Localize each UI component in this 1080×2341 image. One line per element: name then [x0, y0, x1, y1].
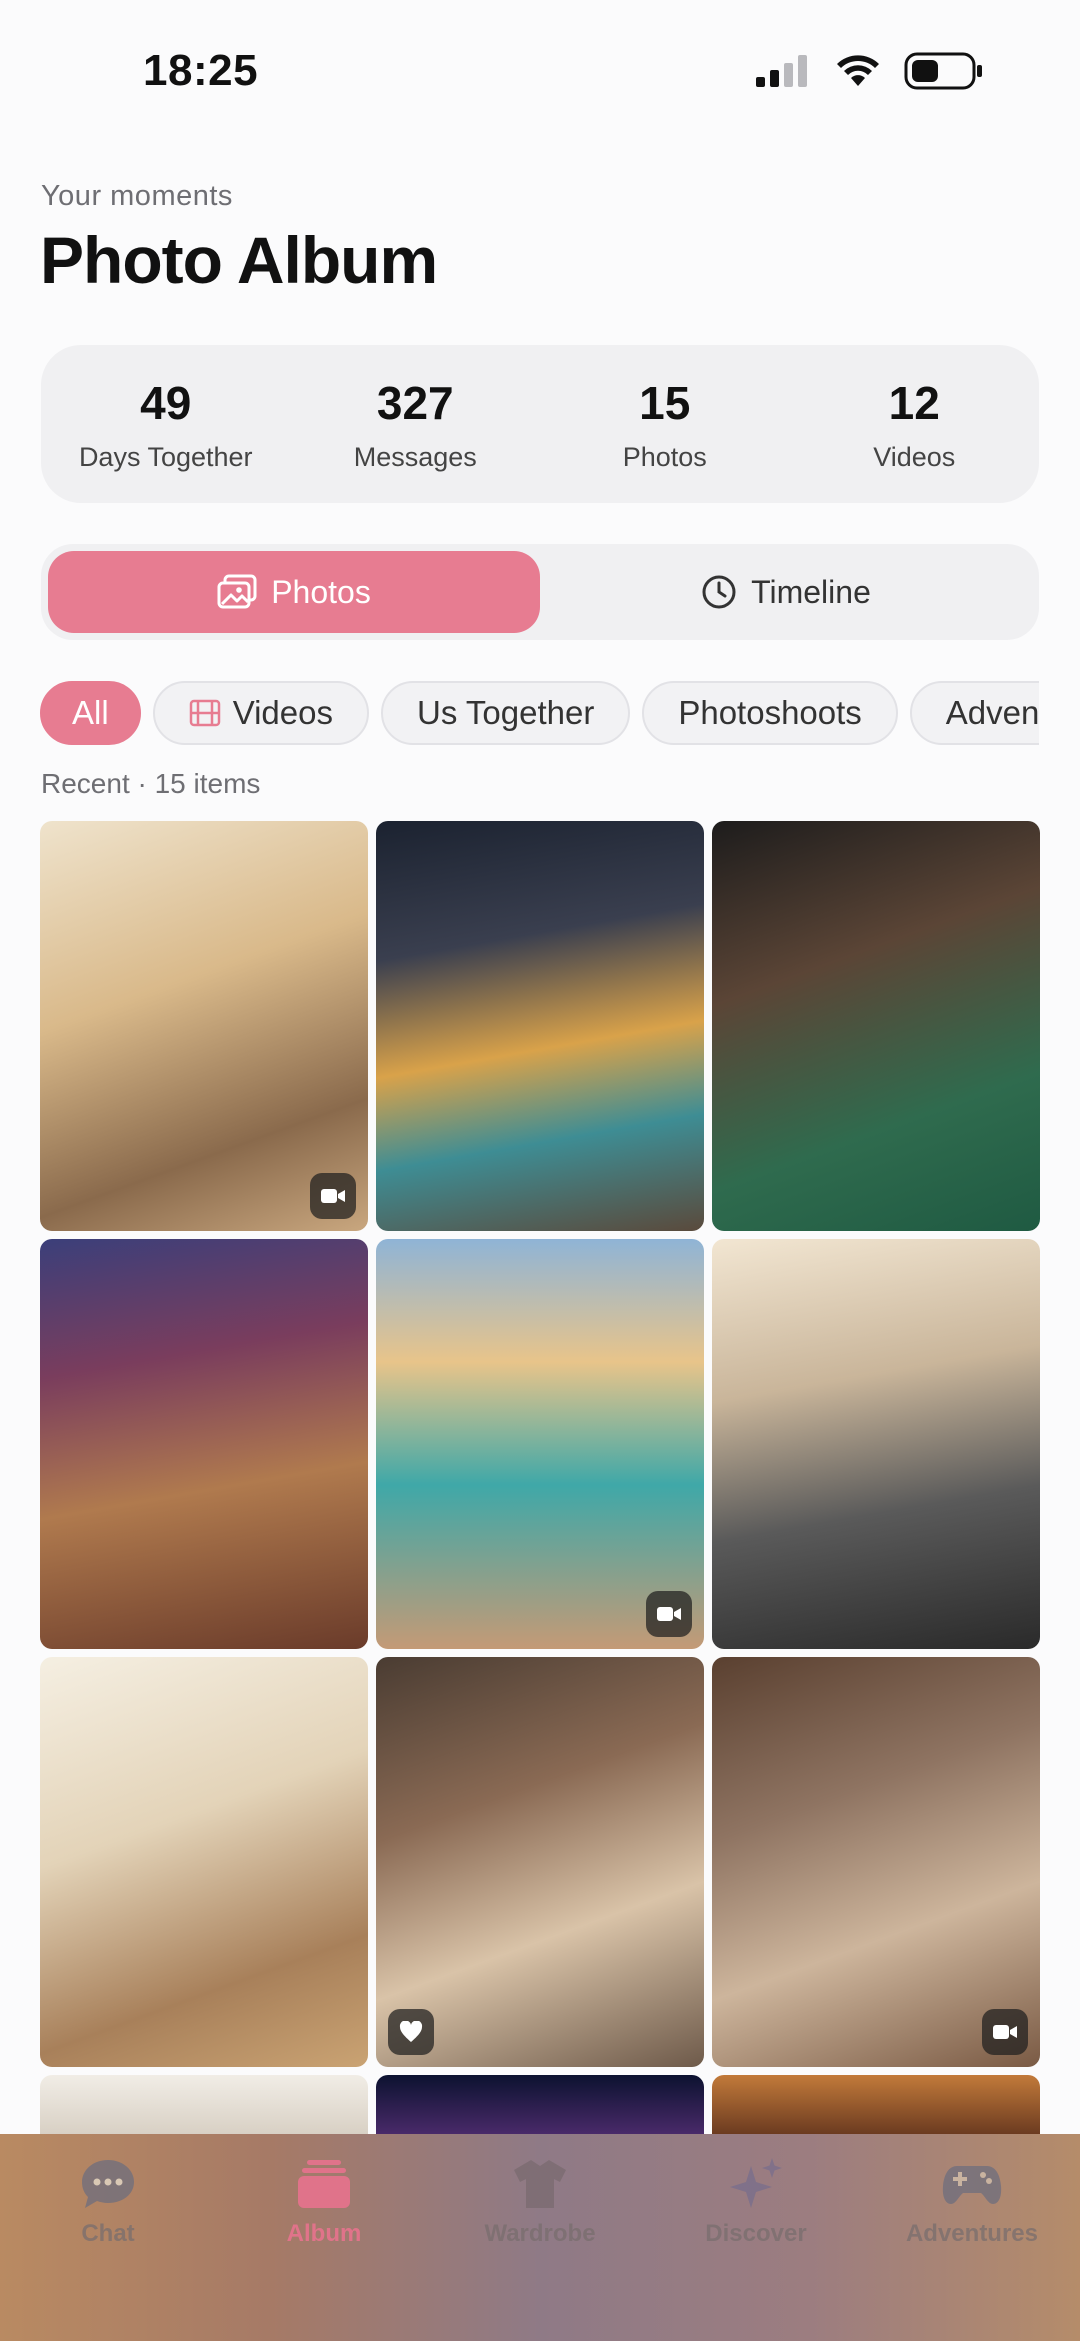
- filter-chip-photoshoots[interactable]: Photoshoots: [642, 681, 898, 745]
- filter-chip-label: Us Together: [417, 694, 595, 731]
- tab-adventures[interactable]: Adventures: [864, 2154, 1080, 2341]
- photo-tile[interactable]: [376, 2075, 704, 2135]
- stat-value: 12: [888, 376, 940, 429]
- filter-chip-label: Videos: [232, 694, 333, 731]
- photo-tile[interactable]: [712, 2075, 1040, 2135]
- tab-chat[interactable]: Chat: [0, 2154, 216, 2341]
- filter-chip-label: Adventures: [945, 694, 1039, 731]
- photo-tile[interactable]: [40, 821, 368, 1231]
- filter-chip-videos[interactable]: Videos: [152, 681, 369, 745]
- status-icons: [756, 52, 984, 90]
- filter-chip-us-together[interactable]: Us Together: [381, 681, 631, 745]
- wifi-icon: [837, 55, 879, 86]
- stat-value: 49: [140, 376, 192, 429]
- battery-icon: [904, 52, 982, 90]
- stat-label: Photos: [622, 441, 707, 472]
- photo-tile[interactable]: [376, 1239, 704, 1649]
- tab-label: Discover: [705, 2220, 807, 2247]
- filter-chip-all[interactable]: All: [40, 681, 141, 745]
- tab-label: Adventures: [905, 2220, 1039, 2247]
- page-title: Photo Album: [40, 223, 438, 297]
- stat-photos: 15 Photos: [540, 345, 790, 503]
- stat-label: Videos: [873, 441, 956, 472]
- status-bar: 18:25: [0, 0, 1080, 140]
- stats-card: 49 Days Together 327 Messages 15 Photos …: [41, 345, 1039, 503]
- tab-label: Album: [286, 2220, 362, 2247]
- section-label: Recent · 15 items: [41, 768, 261, 799]
- photos-view-label: Photos: [271, 573, 371, 610]
- shirt-icon: [514, 2160, 566, 2208]
- tab-discover[interactable]: Discover: [648, 2154, 864, 2341]
- timeline-view-label: Timeline: [751, 573, 871, 610]
- tab-album[interactable]: Album: [216, 2154, 432, 2341]
- view-toggle: Photos Timeline: [41, 544, 1039, 640]
- photo-grid: [40, 821, 1040, 2135]
- signal-icon: [756, 55, 807, 87]
- video-badge: [982, 2009, 1028, 2055]
- timeline-view-button[interactable]: Timeline: [540, 551, 1032, 633]
- stat-value: 327: [376, 376, 454, 429]
- photo-tile[interactable]: [712, 1239, 1040, 1649]
- page-subtitle: Your moments: [41, 180, 233, 212]
- photo-tile[interactable]: [40, 1657, 368, 2067]
- chat-bubble-icon: [82, 2160, 134, 2208]
- filter-chip-label: All: [72, 694, 109, 731]
- stat-videos: 12 Videos: [790, 345, 1040, 503]
- stat-value: 15: [639, 376, 691, 429]
- filter-chip-adventures[interactable]: Adventures: [909, 681, 1039, 745]
- clock-icon: [702, 575, 736, 609]
- tab-wardrobe[interactable]: Wardrobe: [432, 2154, 648, 2341]
- tab-label: Chat: [81, 2220, 135, 2247]
- status-time: 18:25: [143, 46, 259, 95]
- sparkles-icon: [730, 2158, 782, 2208]
- filter-chips: All Videos Us Together Photoshoots Adven…: [40, 681, 1039, 745]
- video-badge: [646, 1591, 692, 1637]
- stat-days-together: 49 Days Together: [41, 345, 291, 503]
- photo-gallery-icon: [217, 574, 257, 609]
- video-icon: [657, 1607, 681, 1621]
- photo-tile[interactable]: [40, 2075, 368, 2135]
- photo-tile[interactable]: [376, 821, 704, 1231]
- filter-chip-label: Photoshoots: [678, 694, 862, 731]
- photos-view-button[interactable]: Photos: [48, 551, 540, 633]
- stat-messages: 327 Messages: [291, 345, 541, 503]
- tab-bar: Chat Album Wardrobe Discover Adventures: [0, 2134, 1080, 2341]
- photo-tile[interactable]: [376, 1657, 704, 2067]
- gamepad-icon: [942, 2166, 1002, 2204]
- heart-icon: [399, 2021, 423, 2042]
- stat-label: Messages: [353, 441, 477, 472]
- video-icon: [321, 1189, 345, 1203]
- video-icon: [993, 2025, 1017, 2039]
- photo-tile[interactable]: [712, 1657, 1040, 2067]
- tab-label: Wardrobe: [484, 2220, 596, 2247]
- favorite-badge: [388, 2009, 434, 2055]
- video-badge: [310, 1173, 356, 1219]
- photo-tile[interactable]: [712, 821, 1040, 1231]
- photo-tile[interactable]: [40, 1239, 368, 1649]
- album-stack-icon: [298, 2160, 350, 2208]
- stat-label: Days Together: [78, 441, 253, 472]
- film-icon: [189, 699, 220, 727]
- photo-album-screen: 18:25 Your moments Photo Album 49 Days T…: [0, 0, 1080, 2341]
